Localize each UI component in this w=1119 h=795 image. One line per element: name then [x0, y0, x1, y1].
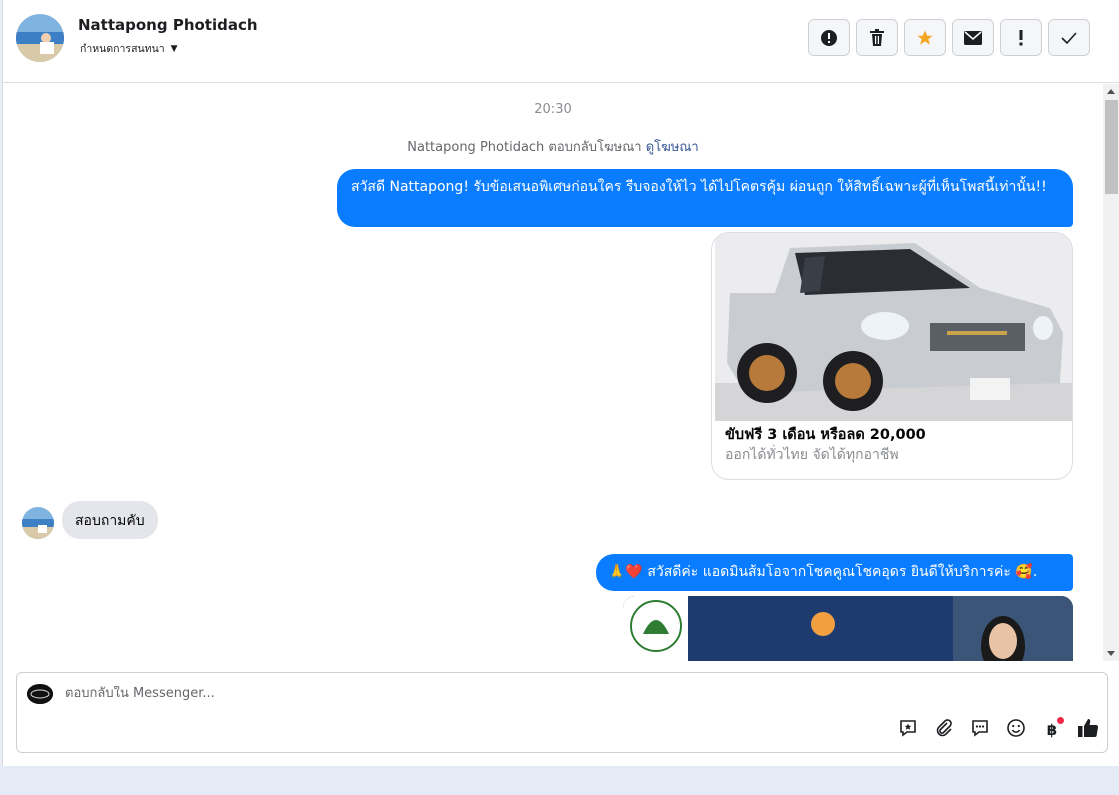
sender-avatar — [22, 507, 54, 539]
message-thread[interactable]: 20:30 Nattapong Photidach ตอบกลับโฆษณา ด… — [3, 84, 1103, 661]
promo-image[interactable] — [623, 596, 1073, 661]
ad-card[interactable]: ขับฟรี 3 เดือน หรือลด 20,000 ออกได้ทั่วไ… — [711, 232, 1073, 480]
page-avatar — [27, 684, 53, 704]
thread-scrollbar[interactable] — [1103, 84, 1119, 661]
taskbar-strip — [0, 766, 1119, 795]
ad-card-title: ขับฟรี 3 เดือน หรือลด 20,000 — [725, 427, 926, 443]
caret-down-icon: ▼ — [170, 43, 178, 54]
ad-card-subtitle: ออกได้ทั่วไทย จัดได้ทุกอาชีพ — [725, 447, 899, 463]
star-icon — [916, 29, 934, 47]
like-button[interactable] — [1077, 719, 1099, 741]
saved-reply-icon — [898, 718, 918, 742]
saved-reply-button[interactable] — [897, 719, 919, 741]
mark-done-button[interactable] — [1048, 19, 1090, 56]
scroll-down-arrow-icon[interactable] — [1107, 651, 1115, 656]
message-timestamp: 20:30 — [534, 102, 572, 117]
ad-reply-notice: Nattapong Photidach ตอบกลับโฆษณา ดูโฆษณา — [3, 136, 1103, 157]
paperclip-icon — [934, 718, 954, 742]
assign-conversation-dropdown[interactable]: กำหนดการสนทนา ▼ — [80, 40, 178, 57]
envelope-icon — [964, 30, 982, 45]
notification-dot — [1057, 717, 1064, 724]
payment-button[interactable]: ฿ — [1041, 717, 1064, 741]
inbox-window: Nattapong Photidach กำหนดการสนทนา ▼ 20:3… — [2, 0, 1119, 766]
spam-button[interactable] — [808, 19, 850, 56]
incoming-message[interactable]: สอบถามคับ — [62, 501, 158, 539]
reply-input[interactable] — [65, 686, 665, 701]
reply-composer: ฿ — [16, 672, 1108, 753]
chat-button[interactable] — [969, 719, 991, 741]
check-icon — [1061, 31, 1077, 44]
contact-avatar[interactable] — [16, 14, 64, 62]
contact-name[interactable]: Nattapong Photidach — [78, 16, 258, 34]
emoji-icon — [1006, 718, 1026, 742]
star-button[interactable] — [904, 19, 946, 56]
outgoing-message[interactable]: สวัสดี Nattapong! รับข้อเสนอพิเศษก่อนใคร… — [337, 169, 1073, 227]
delete-button[interactable] — [856, 19, 898, 56]
baht-icon: ฿ — [1046, 721, 1058, 739]
trash-icon — [869, 29, 885, 46]
view-ad-link[interactable]: ดูโฆษณา — [646, 140, 699, 155]
thumbs-up-icon — [1077, 718, 1099, 742]
ad-reply-text: Nattapong Photidach ตอบกลับโฆษณา — [407, 140, 642, 155]
mark-unread-button[interactable] — [952, 19, 994, 56]
emoji-button[interactable] — [1005, 719, 1027, 741]
follow-up-button[interactable] — [1000, 19, 1042, 56]
assign-label: กำหนดการสนทนา — [80, 43, 165, 55]
header-actions — [808, 19, 1090, 56]
alert-circle-icon — [820, 29, 838, 47]
scroll-thumb[interactable] — [1105, 100, 1118, 194]
exclamation-icon — [1018, 29, 1024, 46]
outgoing-message[interactable]: 🙏❤️ สวัสดีค่ะ แอดมินส้มโอจากโชคคูณโชคอุด… — [596, 554, 1073, 591]
composer-tools: ฿ — [897, 717, 1099, 741]
conversation-header: Nattapong Photidach กำหนดการสนทนา ▼ — [3, 0, 1119, 83]
attach-button[interactable] — [933, 719, 955, 741]
ad-card-image — [715, 233, 1072, 421]
chat-bubble-icon — [970, 718, 990, 742]
scroll-up-arrow-icon[interactable] — [1107, 89, 1115, 94]
